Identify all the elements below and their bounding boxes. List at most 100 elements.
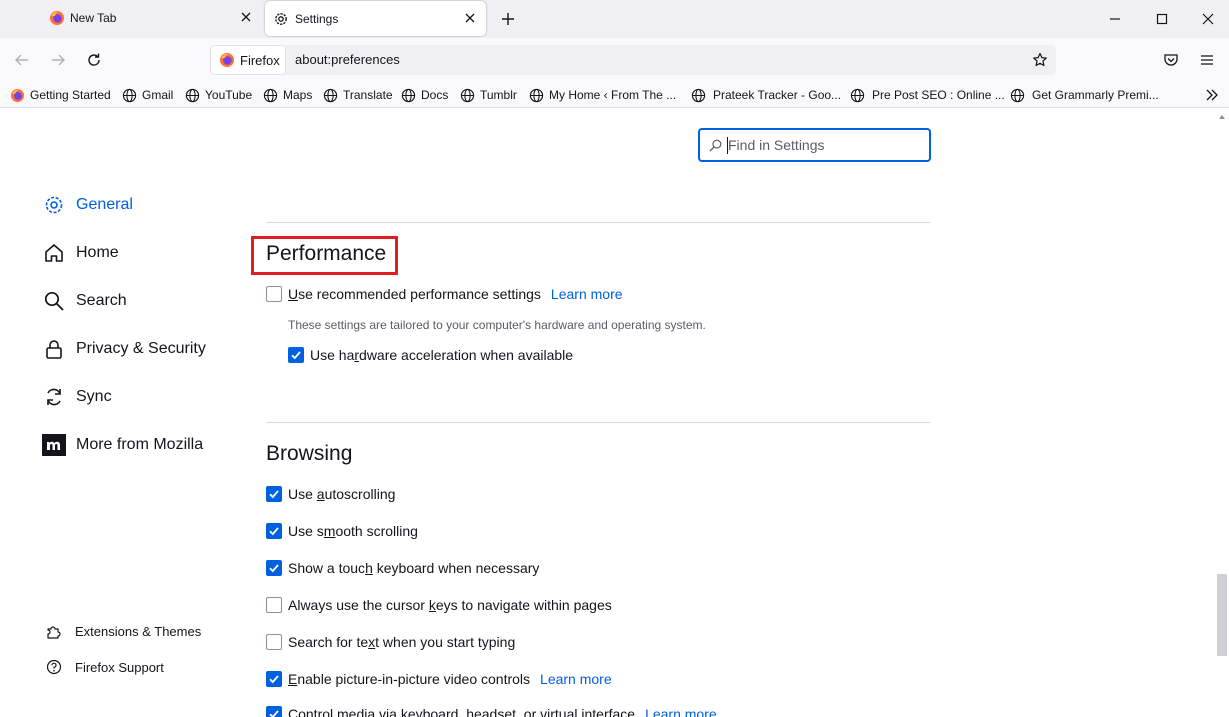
learn-more-link[interactable]: Learn more [645,706,717,717]
checkbox-label: Use autoscrolling [288,486,396,502]
checkbox-label: Use recommended performance settings [288,286,541,302]
sidebar-item-sync[interactable]: Sync [42,385,112,409]
bookmark-gmail[interactable]: Gmail [121,86,173,104]
cursor-keys-checkbox[interactable] [266,597,282,613]
sidebar-item-label: Home [76,244,119,261]
globe-icon [262,87,278,103]
search-input[interactable] [728,137,918,153]
bookmark-label: Tumblr [480,88,517,102]
globe-icon [690,87,706,103]
sidebar-item-label: Privacy & Security [76,340,206,357]
menu-icon[interactable] [1196,49,1218,71]
sidebar-item-label: Search [76,292,127,309]
sidebar-footer-label: Firefox Support [75,659,164,675]
reload-button[interactable] [83,49,105,71]
scrollbar-thumb[interactable] [1217,574,1227,656]
close-tab-icon[interactable] [239,10,253,24]
bookmark-tumblr[interactable]: Tumblr [459,86,517,104]
firefox-icon [49,10,65,26]
recommended-performance-checkbox[interactable] [266,286,282,302]
bookmark-youtube[interactable]: YouTube [184,86,252,104]
hardware-acceleration-checkbox[interactable] [288,347,304,363]
bookmark-translate[interactable]: Translate [322,86,393,104]
home-icon [42,241,66,265]
sidebar-item-privacy-security[interactable]: Privacy & Security [42,337,206,361]
search-when-typing-checkbox[interactable] [266,634,282,650]
globe-icon [322,87,338,103]
sidebar-item-general[interactable]: General [42,193,133,217]
identity-label: Firefox [240,52,280,68]
identity-box[interactable]: Firefox [210,45,286,75]
mozilla-icon [42,433,66,457]
media-control-row[interactable]: Control media via keyboard, headset, or … [266,706,717,717]
bookmark-star-icon[interactable] [1030,50,1050,70]
gear-icon [273,11,289,27]
close-tab-icon[interactable] [463,11,477,25]
learn-more-link[interactable]: Learn more [551,286,623,302]
picture-in-picture-row[interactable]: Enable picture-in-picture video controls… [266,671,612,687]
bookmark-prateek-tracker[interactable]: Prateek Tracker - Goo... [690,86,841,104]
touch-keyboard-row[interactable]: Show a touch keyboard when necessary [266,560,539,576]
close-window-button[interactable] [1197,8,1219,30]
checkbox-label: Show a touch keyboard when necessary [288,560,540,576]
url-bar[interactable]: Firefox about:preferences [210,45,1056,75]
sidebar-item-label: General [76,196,133,213]
bookmark-docs[interactable]: Docs [400,86,448,104]
minimize-button[interactable] [1104,8,1126,30]
firefox-support-link[interactable]: Firefox Support [45,658,164,676]
scrollbar[interactable] [1215,109,1229,717]
globe-icon [184,87,200,103]
sidebar-item-home[interactable]: Home [42,241,119,265]
forward-button[interactable] [47,49,69,71]
extensions-themes-link[interactable]: Extensions & Themes [45,622,201,640]
back-button[interactable] [11,49,33,71]
learn-more-link[interactable]: Learn more [540,671,612,687]
sidebar-item-more-from-mozilla[interactable]: More from Mozilla [42,433,203,457]
media-control-checkbox[interactable] [266,706,282,717]
lock-icon [42,337,66,361]
picture-in-picture-checkbox[interactable] [266,671,282,687]
puzzle-icon [45,622,63,640]
sync-icon [42,385,66,409]
checkbox-label: Search for text when you start typing [288,634,516,650]
sidebar-footer-label: Extensions & Themes [75,623,202,639]
bookmark-grammarly[interactable]: Get Grammarly Premi... [1009,86,1159,104]
bookmark-label: YouTube [205,88,253,102]
chevron-double-right-icon[interactable] [1203,86,1221,104]
performance-description: These settings are tailored to your comp… [288,318,706,332]
globe-icon [1009,87,1025,103]
bookmark-label: Pre Post SEO : Online ... [872,88,1005,102]
url-text[interactable]: about:preferences [295,52,400,67]
search-when-typing-row[interactable]: Search for text when you start typing [266,634,515,650]
tab-new-tab[interactable]: New Tab [40,0,262,36]
sidebar-item-search[interactable]: Search [42,289,127,313]
smooth-scrolling-checkbox[interactable] [266,523,282,539]
tab-label: Settings [295,11,339,26]
touch-keyboard-checkbox[interactable] [266,560,282,576]
firefox-icon [219,52,235,68]
autoscrolling-checkbox[interactable] [266,486,282,502]
tab-settings[interactable]: Settings [265,1,486,36]
bookmark-label: Get Grammarly Premi... [1032,88,1159,102]
cursor-keys-row[interactable]: Always use the cursor keys to navigate w… [266,597,612,613]
smooth-scrolling-row[interactable]: Use smooth scrolling [266,523,418,539]
find-in-settings[interactable] [698,128,931,162]
pocket-icon[interactable] [1160,49,1182,71]
bookmark-pre-post-seo[interactable]: Pre Post SEO : Online ... [849,86,1005,104]
recommended-performance-row[interactable]: Use recommended performance settings Lea… [266,286,623,302]
scroll-up-icon[interactable] [1218,113,1226,121]
sidebar-item-label: Sync [76,388,112,405]
section-divider [266,422,930,423]
settings-content: General Home Search Privacy & Security S… [0,109,1229,717]
new-tab-button[interactable] [497,8,519,30]
bookmark-maps[interactable]: Maps [262,86,312,104]
globe-icon [121,87,137,103]
bookmark-getting-started[interactable]: Getting Started [9,86,111,104]
hardware-acceleration-row[interactable]: Use hardware acceleration when available [288,347,573,363]
navigation-toolbar: Firefox about:preferences [0,38,1229,82]
tab-label: New Tab [70,11,117,25]
bookmark-my-home[interactable]: My Home ‹ From The ... [528,86,676,104]
maximize-button[interactable] [1151,8,1173,30]
checkbox-label: Use smooth scrolling [288,523,418,539]
autoscrolling-row[interactable]: Use autoscrolling [266,486,395,502]
